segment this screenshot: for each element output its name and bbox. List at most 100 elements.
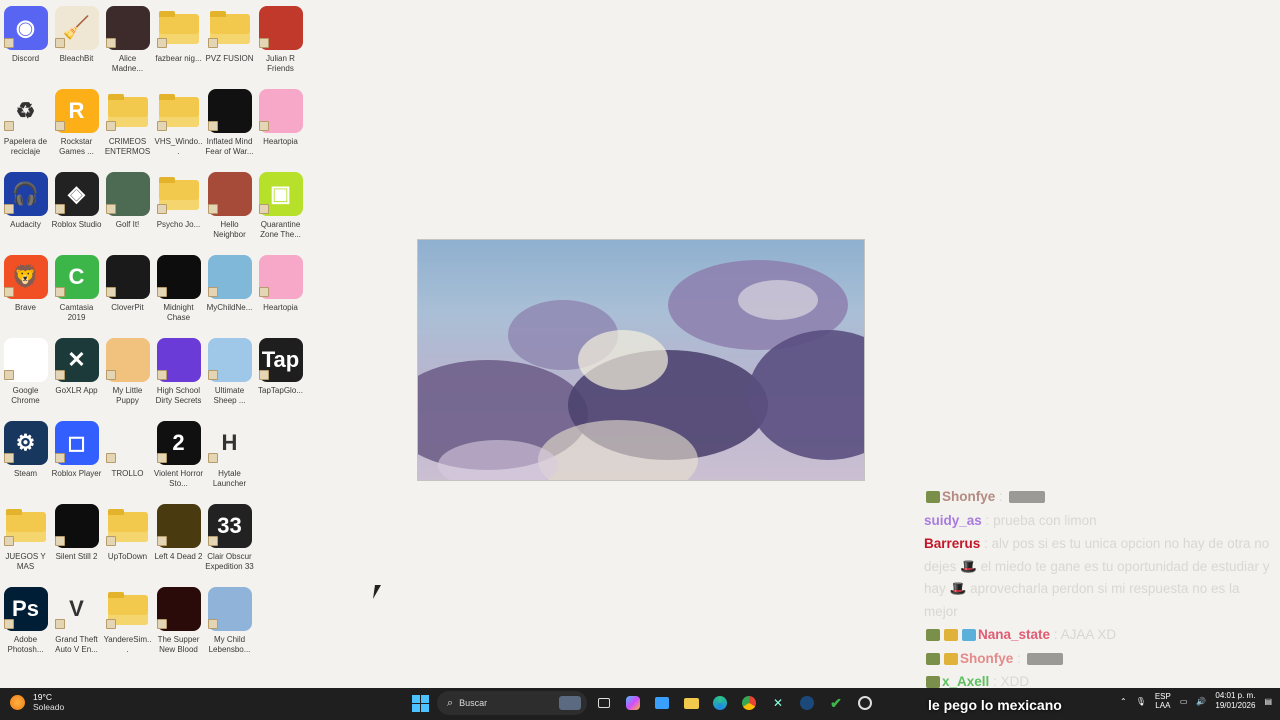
desktop-icon[interactable]: YandereSim... bbox=[102, 585, 153, 668]
icon-glyph: 🦁 bbox=[11, 264, 40, 289]
desktop-icon-label: My Child Lebensbo... bbox=[208, 635, 251, 654]
steam-icon[interactable] bbox=[795, 691, 819, 715]
shortcut-arrow-icon bbox=[157, 536, 167, 546]
store-icon[interactable] bbox=[650, 691, 674, 715]
shortcut-arrow-icon bbox=[259, 121, 269, 131]
start-button[interactable] bbox=[408, 691, 432, 715]
emote-icon bbox=[1026, 652, 1063, 665]
chrome-icon[interactable] bbox=[737, 691, 761, 715]
windows-icon bbox=[411, 694, 429, 712]
obs-icon[interactable] bbox=[853, 691, 877, 715]
desktop-icon[interactable]: ◻ Roblox Player bbox=[51, 419, 102, 502]
desktop-icon[interactable]: My Little Puppy bbox=[102, 336, 153, 419]
desktop-icon-label: fazbear nig... bbox=[155, 54, 202, 63]
desktop-icon[interactable]: Left 4 Dead 2 bbox=[153, 502, 204, 585]
desktop-icon[interactable]: R Rockstar Games ... bbox=[51, 87, 102, 170]
desktop-icon[interactable]: Ultimate Sheep ... bbox=[204, 336, 255, 419]
microphone-icon[interactable]: 🎙 bbox=[1136, 697, 1146, 706]
desktop-icons: ◉ Discord 🧹 BleachBit Alice Madne... fazbear … bbox=[0, 4, 306, 668]
shortcut-arrow-icon bbox=[55, 619, 65, 629]
language-indicator[interactable]: ESP LAA bbox=[1155, 692, 1171, 710]
desktop-icon[interactable]: 🦁 Brave bbox=[0, 253, 51, 336]
chat-text: AJAA XD bbox=[1060, 627, 1117, 642]
icon-glyph: Tap bbox=[261, 347, 300, 372]
search-placeholder: Buscar bbox=[459, 698, 488, 708]
desktop-icon[interactable]: My Child Lebensbo... bbox=[204, 585, 255, 668]
desktop-icon[interactable]: MyChildNe... bbox=[204, 253, 255, 336]
desktop-icon[interactable]: C Camtasia 2019 bbox=[51, 253, 102, 336]
desktop-icon[interactable]: 🎧 Audacity bbox=[0, 170, 51, 253]
desktop-icon[interactable]: Psycho Jo... bbox=[153, 170, 204, 253]
icon-glyph: ▣ bbox=[270, 181, 291, 206]
shortcut-arrow-icon bbox=[157, 121, 167, 131]
file-explorer-icon[interactable] bbox=[679, 691, 703, 715]
desktop-empty-slot bbox=[255, 419, 306, 502]
desktop-icon[interactable]: ♻ Papelera de reciclaje bbox=[0, 87, 51, 170]
shortcut-arrow-icon bbox=[259, 287, 269, 297]
desktop-icon[interactable]: High School Dirty Secrets bbox=[153, 336, 204, 419]
icon-glyph: V bbox=[69, 596, 84, 621]
shortcut-arrow-icon bbox=[157, 370, 167, 380]
shortcut-arrow-icon bbox=[106, 536, 116, 546]
shortcut-arrow-icon bbox=[55, 287, 65, 297]
desktop-icon[interactable]: Google Chrome bbox=[0, 336, 51, 419]
clock[interactable]: 04:01 p. m. 19/01/2026 bbox=[1215, 691, 1255, 711]
desktop-icon[interactable]: VHS_Windo... bbox=[153, 87, 204, 170]
task-view-icon[interactable] bbox=[592, 691, 616, 715]
shortcut-arrow-icon bbox=[55, 453, 65, 463]
badge-icon bbox=[926, 676, 940, 689]
desktop-icon-label: Psycho Jo... bbox=[156, 220, 201, 229]
desktop-icon[interactable]: Midnight Chase bbox=[153, 253, 204, 336]
desktop-icon[interactable]: Silent Still 2 bbox=[51, 502, 102, 585]
desktop-icon[interactable]: Hello Neighbor bbox=[204, 170, 255, 253]
desktop-icon[interactable]: CloverPit bbox=[102, 253, 153, 336]
desktop-icon[interactable]: The Supper New Blood bbox=[153, 585, 204, 668]
icon-glyph: ✕ bbox=[67, 347, 86, 372]
desktop-icon[interactable]: 33 Clair Obscur Expedition 33 bbox=[204, 502, 255, 585]
desktop-icon[interactable]: ✕ GoXLR App bbox=[51, 336, 102, 419]
desktop-icon[interactable]: JUEGOS Y MAS bbox=[0, 502, 51, 585]
desktop-icon[interactable]: ⚙ Steam bbox=[0, 419, 51, 502]
volume-icon[interactable]: 🔊 bbox=[1196, 697, 1206, 706]
desktop-icon[interactable]: Ps Adobe Photosh... bbox=[0, 585, 51, 668]
desktop-icon[interactable]: Heartopia bbox=[255, 87, 306, 170]
desktop-icon[interactable]: 🧹 BleachBit bbox=[51, 4, 102, 87]
desktop-icon[interactable]: Alice Madne... bbox=[102, 4, 153, 87]
taskbar-search[interactable]: ⌕ Buscar bbox=[437, 691, 587, 715]
desktop-icon[interactable]: UpToDown bbox=[102, 502, 153, 585]
network-icon[interactable]: ▭ bbox=[1180, 697, 1188, 706]
icon-glyph: 2 bbox=[172, 430, 185, 455]
shortcut-arrow-icon bbox=[106, 287, 116, 297]
desktop-icon-label: Discord bbox=[11, 54, 40, 63]
weather-widget[interactable]: 19°C Soleado bbox=[10, 692, 64, 712]
desktop-icon-label: Clair Obscur Expedition 33 bbox=[205, 552, 254, 571]
desktop-icon[interactable]: V Grand Theft Auto V En... bbox=[51, 585, 102, 668]
desktop-icon[interactable]: ▣ Quarantine Zone The... bbox=[255, 170, 306, 253]
mouse-cursor-icon bbox=[373, 585, 381, 599]
desktop-icon[interactable]: Julian R Friends bbox=[255, 4, 306, 87]
desktop-icon[interactable]: PVZ FUSION bbox=[204, 4, 255, 87]
desktop-icon-label: Google Chrome bbox=[11, 386, 40, 405]
desktop-icon[interactable]: ◈ Roblox Studio bbox=[51, 170, 102, 253]
shortcut-arrow-icon bbox=[106, 453, 116, 463]
desktop-icon[interactable]: ◉ Discord bbox=[0, 4, 51, 87]
desktop-icon[interactable]: H Hytale Launcher bbox=[204, 419, 255, 502]
desktop-icon[interactable]: 2 Violent Horror Sto... bbox=[153, 419, 204, 502]
desktop-icon[interactable]: CRIMEOS ENTERMOS bbox=[102, 87, 153, 170]
copilot-icon[interactable] bbox=[621, 691, 645, 715]
notification-icon[interactable]: ▤ bbox=[1264, 697, 1272, 706]
camtasia-icon[interactable]: ✔ bbox=[824, 691, 848, 715]
desktop-icon[interactable]: TROLLO bbox=[102, 419, 153, 502]
desktop-icon[interactable]: Golf It! bbox=[102, 170, 153, 253]
shortcut-arrow-icon bbox=[208, 121, 218, 131]
sun-icon bbox=[10, 694, 25, 710]
goxlr-icon[interactable]: ✕ bbox=[766, 691, 790, 715]
desktop-icon[interactable]: Inflated Mind Fear of War... bbox=[204, 87, 255, 170]
shortcut-arrow-icon bbox=[4, 121, 14, 131]
desktop-icon[interactable]: Heartopia bbox=[255, 253, 306, 336]
edge-icon[interactable] bbox=[708, 691, 732, 715]
chat-separator: : bbox=[981, 512, 994, 528]
desktop-icon[interactable]: Tap TapTapGlo... bbox=[255, 336, 306, 419]
chevron-up-icon[interactable]: ⌃ bbox=[1120, 697, 1127, 706]
desktop-icon[interactable]: fazbear nig... bbox=[153, 4, 204, 87]
